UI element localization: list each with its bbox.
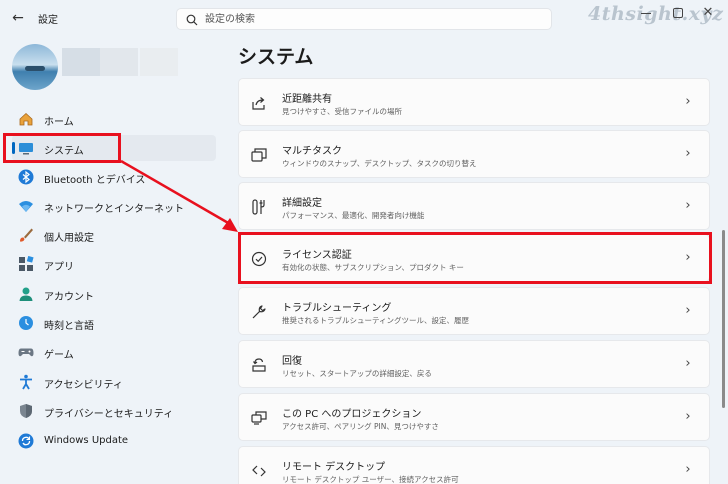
annotation-arrow bbox=[120, 159, 238, 232]
